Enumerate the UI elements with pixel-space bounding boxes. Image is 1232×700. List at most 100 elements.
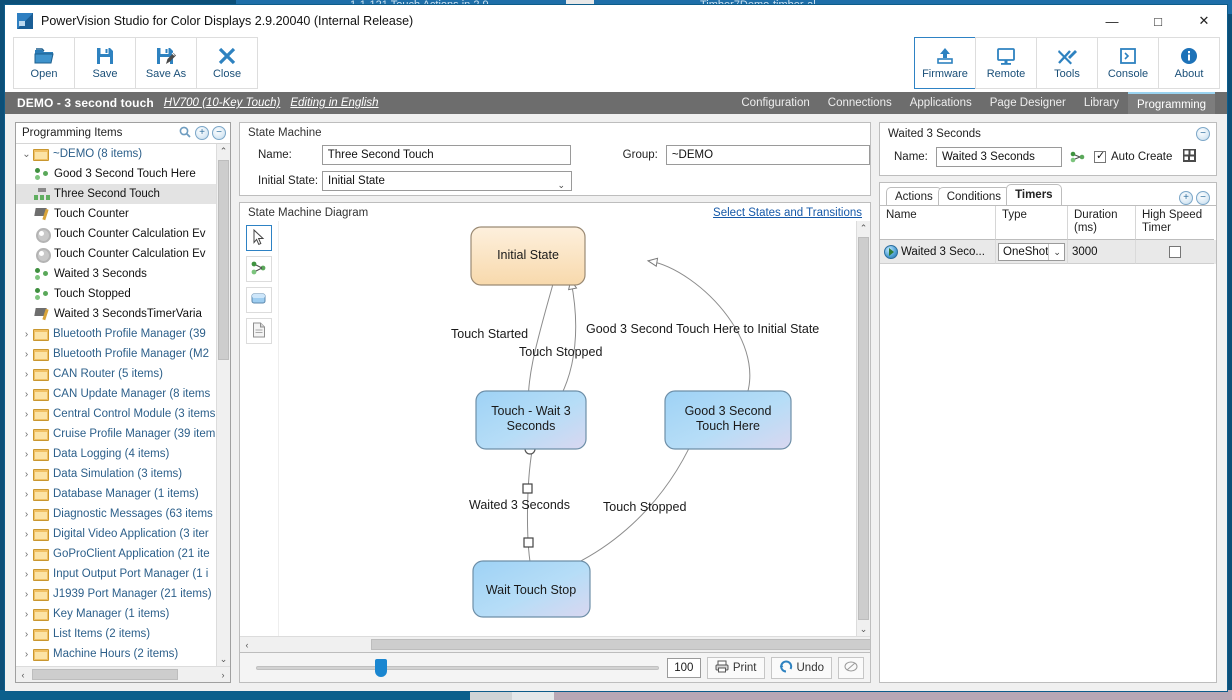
nav-tab-connections[interactable]: Connections [819, 92, 901, 114]
language-link[interactable]: Editing in English [290, 97, 378, 109]
tree-item-data-logging[interactable]: › Data Logging (4 items) [16, 444, 216, 464]
chevron-right-icon[interactable]: › [20, 349, 33, 360]
tree-item-diagnostic-messages[interactable]: › Diagnostic Messages (63 items [16, 504, 216, 524]
event-icon[interactable] [1070, 150, 1086, 164]
tree-item-can-update-manager[interactable]: › CAN Update Manager (8 items [16, 384, 216, 404]
tree-horizontal-scrollbar[interactable]: ‹ › [16, 666, 230, 682]
tree-vertical-scrollbar[interactable]: ⌃ ⌄ [216, 144, 230, 666]
console-button[interactable]: Console [1097, 37, 1159, 89]
chevron-down-icon[interactable]: ⌄ [557, 176, 565, 194]
chevron-right-icon[interactable]: › [20, 389, 33, 400]
remote-button[interactable]: Remote [975, 37, 1037, 89]
scroll-down-icon[interactable]: ⌄ [217, 652, 230, 666]
tree-item-can-router[interactable]: › CAN Router (5 items) [16, 364, 216, 384]
nav-tab-page-designer[interactable]: Page Designer [981, 92, 1075, 114]
tree-item-demo[interactable]: ⌄ ~DEMO (8 items) [16, 144, 216, 164]
tree-item-touch-counter-calculation-1[interactable]: Touch Counter Calculation Ev [16, 224, 216, 244]
select-states-and-transitions-link[interactable]: Select States and Transitions [713, 207, 862, 219]
zoom-slider[interactable] [256, 658, 659, 678]
remove-timer-icon[interactable]: − [1196, 191, 1210, 205]
chevron-right-icon[interactable]: › [20, 589, 33, 600]
chevron-right-icon[interactable]: › [20, 489, 33, 500]
close-file-button[interactable]: Close [196, 37, 258, 89]
diagram-canvas[interactable]: Initial State Touch - Wait 3 Seconds Goo… [278, 221, 856, 636]
collapse-all-icon[interactable]: − [212, 126, 226, 140]
zoom-slider-thumb[interactable] [375, 658, 387, 677]
tree-item-touch-stopped[interactable]: Touch Stopped [16, 284, 216, 304]
scrollbar-thumb[interactable] [218, 160, 229, 360]
chevron-down-icon[interactable]: ⌄ [1048, 243, 1061, 260]
add-timer-icon[interactable]: + [1179, 191, 1193, 205]
chevron-right-icon[interactable]: › [20, 649, 33, 660]
tree-item-goproclient-application[interactable]: › GoProClient Application (21 ite [16, 544, 216, 564]
nav-tab-applications[interactable]: Applications [901, 92, 981, 114]
cell-timer-type[interactable]: OneShot ⌄ [996, 240, 1068, 264]
chevron-right-icon[interactable]: › [20, 529, 33, 540]
tools-button[interactable]: Tools [1036, 37, 1098, 89]
browse-icon[interactable] [1182, 148, 1197, 166]
chevron-right-icon[interactable]: › [20, 609, 33, 620]
tree-item-waited-3-seconds-timer-variable[interactable]: Waited 3 SecondsTimerVaria [16, 304, 216, 324]
transition-tool[interactable] [246, 256, 272, 282]
maximize-button[interactable]: □ [1135, 5, 1181, 37]
auto-create-checkbox[interactable] [1094, 149, 1106, 163]
device-link[interactable]: HV700 (10-Key Touch) [164, 97, 281, 109]
minus-circle-icon[interactable]: − [1196, 127, 1210, 141]
scroll-left-icon[interactable]: ‹ [240, 640, 254, 650]
tab-conditions[interactable]: Conditions [937, 187, 1011, 205]
tree-item-good-3-second-touch-here[interactable]: Good 3 Second Touch Here [16, 164, 216, 184]
scroll-left-icon[interactable]: ‹ [16, 670, 30, 680]
tree-item-j1939-port-manager[interactable]: › J1939 Port Manager (21 items) [16, 584, 216, 604]
tab-timers[interactable]: Timers [1006, 184, 1062, 205]
nav-tab-programming[interactable]: Programming [1127, 92, 1215, 114]
chevron-right-icon[interactable]: › [20, 629, 33, 640]
cell-timer-name[interactable]: Waited 3 Seco... [880, 240, 996, 264]
tree-item-waited-3-seconds[interactable]: Waited 3 Seconds [16, 264, 216, 284]
save-button[interactable]: Save [74, 37, 136, 89]
scrollbar-thumb[interactable] [371, 639, 871, 650]
timer-type-select[interactable]: OneShot ⌄ [998, 242, 1065, 261]
state-machine-group-input[interactable]: ~DEMO [665, 145, 870, 165]
undo-button[interactable]: Undo [770, 656, 832, 679]
chevron-right-icon[interactable]: › [20, 369, 33, 380]
scroll-up-icon[interactable]: ⌃ [857, 221, 870, 235]
scrollbar-thumb[interactable] [858, 237, 869, 620]
chevron-right-icon[interactable]: › [20, 549, 33, 560]
diagram-horizontal-scrollbar[interactable]: ‹ › [240, 636, 871, 652]
pointer-tool[interactable] [246, 225, 272, 251]
tree-item-key-manager[interactable]: › Key Manager (1 items) [16, 604, 216, 624]
tree-item-data-simulation[interactable]: › Data Simulation (3 items) [16, 464, 216, 484]
column-header-type[interactable]: Type [996, 206, 1068, 240]
search-icon[interactable] [178, 125, 192, 142]
column-header-high-speed-timer[interactable]: High Speed Timer [1136, 206, 1214, 240]
scroll-right-icon[interactable]: › [216, 670, 230, 680]
tree-item-database-manager[interactable]: › Database Manager (1 items) [16, 484, 216, 504]
zoom-slider-track[interactable] [256, 665, 659, 670]
open-button[interactable]: Open [13, 37, 75, 89]
save-as-button[interactable]: Save As [135, 37, 197, 89]
minimize-button[interactable]: — [1089, 5, 1135, 37]
event-name-input[interactable]: Waited 3 Seconds [936, 147, 1062, 167]
chevron-right-icon[interactable]: › [20, 329, 33, 340]
tree-item-digital-video-application[interactable]: › Digital Video Application (3 iter [16, 524, 216, 544]
chevron-right-icon[interactable]: › [20, 429, 33, 440]
eraser-button[interactable] [838, 656, 864, 679]
chevron-right-icon[interactable]: › [20, 509, 33, 520]
state-tool[interactable] [246, 287, 272, 313]
scroll-up-icon[interactable]: ⌃ [217, 144, 230, 158]
tree-item-cruise-profile-manager[interactable]: › Cruise Profile Manager (39 item [16, 424, 216, 444]
tree-item-central-control-module[interactable]: › Central Control Module (3 items [16, 404, 216, 424]
nav-tab-configuration[interactable]: Configuration [732, 92, 818, 114]
tree-item-three-second-touch[interactable]: Three Second Touch [16, 184, 216, 204]
print-button[interactable]: Print [706, 656, 765, 679]
column-header-duration[interactable]: Duration (ms) [1068, 206, 1136, 240]
chevron-right-icon[interactable]: › [20, 469, 33, 480]
cell-timer-duration[interactable]: 3000 [1068, 240, 1136, 264]
scrollbar-thumb[interactable] [32, 669, 178, 680]
tab-actions[interactable]: Actions [886, 187, 942, 205]
close-button[interactable]: ✕ [1181, 5, 1227, 37]
chevron-right-icon[interactable]: › [20, 569, 33, 580]
cell-high-speed-timer[interactable] [1136, 240, 1214, 264]
nav-tab-library[interactable]: Library [1075, 92, 1128, 114]
state-machine-name-input[interactable]: Three Second Touch [321, 145, 571, 165]
